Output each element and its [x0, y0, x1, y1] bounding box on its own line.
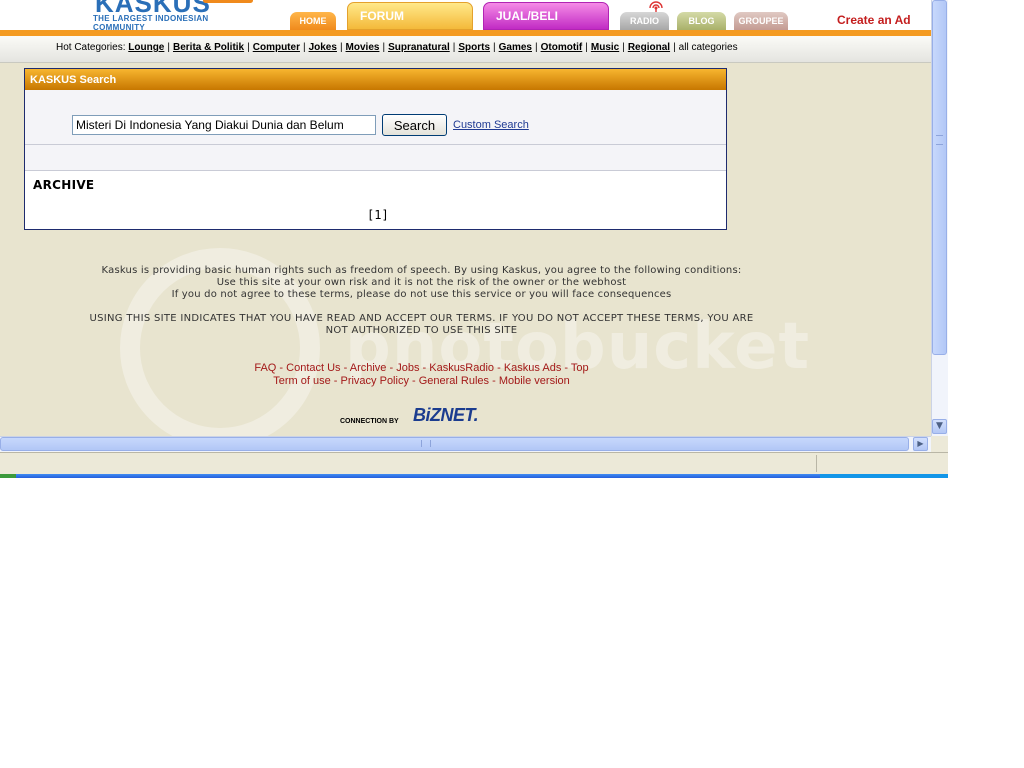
- tab-radio[interactable]: RADIO: [620, 12, 669, 30]
- page-viewport: KASKUS THE LARGEST INDONESIAN COMMUNITY …: [0, 0, 931, 436]
- category-link-otomotif[interactable]: Otomotif: [541, 42, 583, 53]
- logo-swoosh: [203, 0, 253, 3]
- status-bar-divider: [816, 455, 817, 472]
- footer-link-top[interactable]: Top: [571, 362, 589, 374]
- taskbar: [0, 474, 948, 478]
- terms-line-2: NOT AUTHORIZED TO USE THIS SITE: [325, 325, 518, 336]
- category-link-supranatural[interactable]: Supranatural: [388, 42, 450, 53]
- separator: |: [339, 42, 343, 53]
- scrollbar-corner: [931, 436, 948, 452]
- connection-label: CONNECTION BY: [340, 418, 399, 425]
- scroll-right-arrow-icon[interactable]: ▶: [913, 437, 928, 451]
- pagination[interactable]: [1]: [367, 208, 389, 222]
- disclaimer-line-3: If you do not agree to these terms, plea…: [171, 289, 672, 300]
- search-input[interactable]: [72, 115, 376, 135]
- hot-categories-row: Hot Categories: Lounge | Berita & Politik |…: [56, 42, 738, 53]
- separator: |: [382, 42, 386, 53]
- separator: |: [585, 42, 588, 53]
- vertical-scrollbar-thumb[interactable]: [932, 0, 947, 355]
- category-link-movies[interactable]: Movies: [346, 42, 380, 53]
- footer-link-privacy[interactable]: Privacy Policy: [340, 375, 408, 387]
- category-link-sports[interactable]: Sports: [458, 42, 490, 53]
- all-categories-link[interactable]: all categories: [679, 42, 738, 53]
- category-link-computer[interactable]: Computer: [253, 42, 300, 53]
- footer-link-archive[interactable]: Archive: [350, 362, 387, 374]
- tab-blog[interactable]: BLOG: [677, 12, 726, 30]
- footer-links-row-2: Term of use - Privacy Policy - General R…: [273, 375, 570, 387]
- browser-window: KASKUS THE LARGEST INDONESIAN COMMUNITY …: [0, 0, 948, 478]
- biznet-logo[interactable]: BiZNET.: [413, 405, 479, 426]
- category-link-games[interactable]: Games: [499, 42, 532, 53]
- footer-link-jobs[interactable]: Jobs: [396, 362, 419, 374]
- category-link-jokes[interactable]: Jokes: [309, 42, 337, 53]
- disclaimer-line-2: Use this site at your own risk and it is…: [216, 277, 627, 288]
- create-ad-link[interactable]: Create an Ad: [837, 13, 911, 27]
- separator: |: [247, 42, 250, 53]
- category-link-berita-politik[interactable]: Berita & Politik: [173, 42, 244, 53]
- start-button[interactable]: [0, 474, 16, 478]
- horizontal-scrollbar-thumb[interactable]: [0, 437, 909, 451]
- footer-link-mobile[interactable]: Mobile version: [499, 375, 570, 387]
- terms-line-1: USING THIS SITE INDICATES THAT YOU HAVE …: [89, 313, 754, 324]
- scroll-grip-icon: [421, 440, 431, 447]
- category-link-music[interactable]: Music: [591, 42, 619, 53]
- footer-link-faq[interactable]: FAQ: [254, 362, 276, 374]
- category-link-lounge[interactable]: Lounge: [128, 42, 164, 53]
- footer-link-kaskusradio[interactable]: KaskusRadio: [429, 362, 494, 374]
- tab-jual-beli[interactable]: JUAL/BELI: [483, 2, 609, 30]
- kaskus-logo[interactable]: KASKUS THE LARGEST INDONESIAN COMMUNITY: [85, 0, 255, 32]
- separator: |: [167, 42, 170, 53]
- scroll-grip-icon: [936, 135, 943, 145]
- search-button[interactable]: Search: [382, 114, 447, 136]
- footer-link-contact[interactable]: Contact Us: [286, 362, 340, 374]
- system-tray: [820, 474, 948, 478]
- search-row: Search Custom Search: [25, 90, 726, 145]
- site-header: KASKUS THE LARGEST INDONESIAN COMMUNITY …: [0, 0, 931, 32]
- tab-home[interactable]: HOME: [290, 12, 336, 30]
- footer-link-kaskus-ads[interactable]: Kaskus Ads: [504, 362, 561, 374]
- tab-groupee[interactable]: GROUPEE: [734, 12, 788, 30]
- separator: |: [302, 42, 306, 53]
- category-link-regional[interactable]: Regional: [628, 42, 670, 53]
- search-panel-title: KASKUS Search: [25, 69, 726, 90]
- footer-link-general-rules[interactable]: General Rules: [419, 375, 489, 387]
- footer-links-row-1: FAQ - Contact Us - Archive - Jobs - Kask…: [254, 362, 589, 374]
- separator: |: [493, 42, 496, 53]
- custom-search-link[interactable]: Custom Search: [453, 119, 529, 131]
- status-bar: [0, 452, 948, 474]
- tab-forum[interactable]: FORUM: [347, 2, 473, 30]
- footer-link-term-of-use[interactable]: Term of use: [273, 375, 330, 387]
- separator: |: [535, 42, 538, 53]
- search-panel: KASKUS Search Search Custom Search ARCHI…: [24, 68, 727, 230]
- archive-heading: ARCHIVE: [33, 178, 95, 192]
- separator: |: [452, 42, 456, 53]
- hot-categories-label: Hot Categories:: [56, 42, 126, 53]
- search-spacer-row: [25, 145, 726, 171]
- scroll-down-arrow-icon[interactable]: ▼: [932, 419, 947, 434]
- separator: |: [622, 42, 625, 53]
- disclaimer-line-1: Kaskus is providing basic human rights s…: [101, 265, 742, 276]
- hot-categories-bar: Hot Categories: Lounge | Berita & Politik |…: [0, 36, 931, 63]
- separator: |: [673, 42, 676, 53]
